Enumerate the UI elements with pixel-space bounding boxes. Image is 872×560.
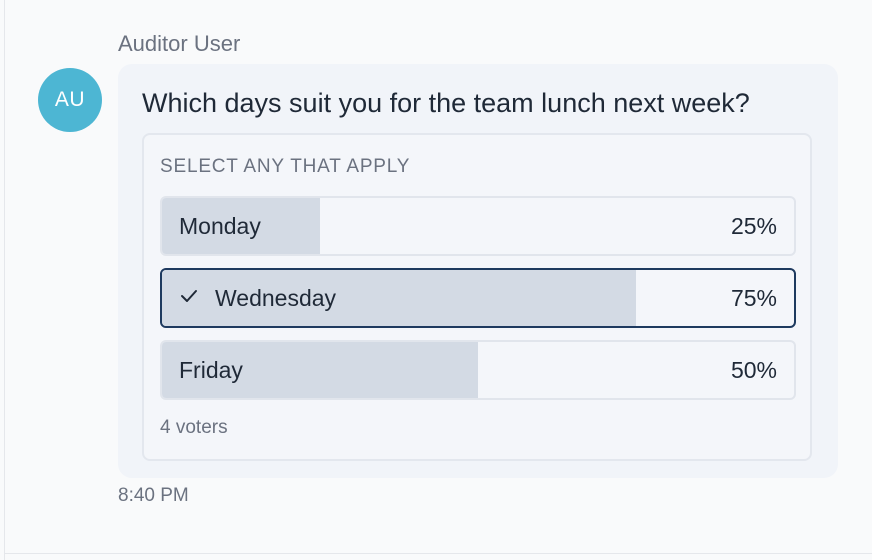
poll-question: Which days suit you for the team lunch n… [142,88,750,118]
poll-option-wednesday[interactable]: Wednesday 75% [160,268,796,328]
chat-panel: Auditor User AU Which days suit you for … [0,0,872,560]
voters-count: 4 voters [160,417,228,438]
check-icon [179,287,201,310]
poll-hint: SELECT ANY THAT APPLY [160,156,411,177]
bottom-divider [4,553,872,554]
avatar-initials: AU [54,88,86,111]
avatar[interactable]: AU [38,68,102,132]
message-timestamp: 8:40 PM [118,485,189,506]
poll-option-percent: 25% [730,212,777,239]
sender-name: Auditor User [118,31,241,56]
left-divider [4,0,5,560]
poll-option-monday[interactable]: Monday 25% [160,196,796,256]
poll-option-percent: 75% [730,284,777,311]
poll-option-label: Wednesday [215,284,337,311]
poll-option-friday[interactable]: Friday 50% [160,340,796,400]
poll-option-percent: 50% [730,356,777,383]
poll-option-label: Monday [179,212,261,239]
poll-option-label: Friday [179,356,243,383]
